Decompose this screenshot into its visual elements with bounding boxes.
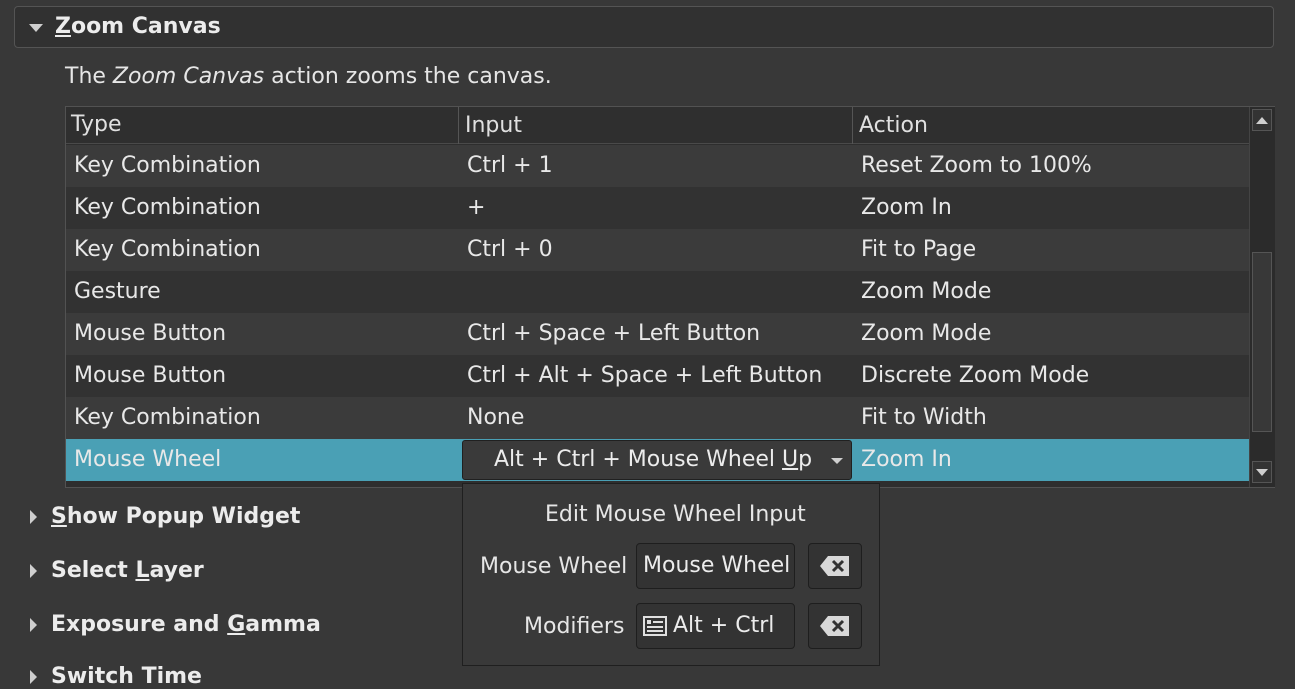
scroll-up-arrow-icon[interactable] bbox=[1252, 109, 1272, 131]
table-row[interactable]: Mouse Button Ctrl + Space + Left Button … bbox=[66, 313, 1249, 355]
backspace-icon bbox=[820, 556, 849, 576]
table-row[interactable]: Key Combination Ctrl + 1 Reset Zoom to 1… bbox=[66, 145, 1249, 187]
expand-arrow-icon[interactable] bbox=[30, 510, 37, 524]
input-cell: + bbox=[467, 195, 486, 220]
chevron-down-icon[interactable] bbox=[831, 458, 843, 464]
column-header-type[interactable]: Type bbox=[71, 112, 122, 137]
type-cell: Gesture bbox=[74, 279, 161, 304]
backspace-icon bbox=[820, 616, 849, 636]
modifiers-value: Alt + Ctrl bbox=[673, 613, 775, 638]
mouse-wheel-label: Mouse Wheel bbox=[480, 554, 628, 579]
action-cell: Zoom In bbox=[861, 447, 952, 472]
table-row[interactable]: Gesture Zoom Mode bbox=[66, 271, 1249, 313]
type-cell: Key Combination bbox=[74, 237, 261, 262]
type-cell: Mouse Wheel bbox=[74, 447, 222, 472]
input-editor-dropdown[interactable]: Alt + Ctrl + Mouse Wheel Up bbox=[462, 440, 852, 480]
expand-arrow-icon[interactable] bbox=[30, 670, 37, 684]
input-editor-value: Alt + Ctrl + Mouse Wheel Up bbox=[494, 447, 813, 472]
switch-time-section[interactable]: Switch Time bbox=[30, 664, 202, 689]
modifiers-label: Modifiers bbox=[524, 614, 625, 639]
table-row[interactable]: Key Combination Ctrl + 0 Fit to Page bbox=[66, 229, 1249, 271]
table-row[interactable]: Mouse Button Ctrl + Alt + Space + Left B… bbox=[66, 355, 1249, 397]
input-cell: Ctrl + 0 bbox=[467, 237, 553, 262]
action-cell: Zoom In bbox=[861, 195, 952, 220]
table-scrollbar[interactable] bbox=[1249, 107, 1275, 487]
select-layer-section[interactable]: Select Layer bbox=[30, 558, 204, 583]
section-title: Zoom Canvas bbox=[55, 14, 221, 39]
column-header-input[interactable]: Input bbox=[458, 107, 522, 144]
exposure-and-gamma-section[interactable]: Exposure and Gamma bbox=[30, 612, 321, 637]
action-cell: Discrete Zoom Mode bbox=[861, 363, 1090, 388]
keyboard-modifier-icon bbox=[643, 616, 667, 636]
expand-arrow-icon[interactable] bbox=[30, 564, 37, 578]
expand-arrow-icon[interactable] bbox=[29, 24, 43, 32]
clear-modifiers-button[interactable] bbox=[808, 603, 862, 649]
type-cell: Key Combination bbox=[74, 153, 261, 178]
scroll-down-arrow-icon[interactable] bbox=[1252, 461, 1272, 483]
clear-mouse-wheel-button[interactable] bbox=[808, 543, 862, 589]
type-cell: Key Combination bbox=[74, 195, 261, 220]
edit-mouse-wheel-popup: Edit Mouse Wheel Input Mouse Wheel Mouse… bbox=[462, 483, 880, 666]
modifiers-select-button[interactable]: Alt + Ctrl bbox=[636, 603, 795, 649]
column-header-action[interactable]: Action bbox=[852, 107, 928, 144]
input-cell: None bbox=[467, 405, 525, 430]
show-popup-widget-section[interactable]: Show Popup Widget bbox=[30, 504, 300, 529]
table-row[interactable]: Key Combination None Fit to Width bbox=[66, 397, 1249, 439]
input-cell: Ctrl + Alt + Space + Left Button bbox=[467, 363, 823, 388]
action-cell: Zoom Mode bbox=[861, 321, 992, 346]
action-cell: Zoom Mode bbox=[861, 279, 992, 304]
input-cell: Ctrl + 1 bbox=[467, 153, 553, 178]
section-description: The Zoom Canvas action zooms the canvas. bbox=[65, 64, 552, 89]
type-cell: Key Combination bbox=[74, 405, 261, 430]
action-cell: Fit to Width bbox=[861, 405, 987, 430]
input-cell: Ctrl + Space + Left Button bbox=[467, 321, 761, 346]
table-row[interactable]: Key Combination + Zoom In bbox=[66, 187, 1249, 229]
action-cell: Fit to Page bbox=[861, 237, 977, 262]
mouse-wheel-select-button[interactable]: Mouse Wheel Up bbox=[636, 543, 795, 589]
mouse-wheel-value: Mouse Wheel Up bbox=[643, 553, 794, 578]
shortcut-table[interactable]: Type Input Action Key Combination Ctrl +… bbox=[65, 106, 1275, 488]
type-cell: Mouse Button bbox=[74, 321, 227, 346]
type-cell: Mouse Button bbox=[74, 363, 227, 388]
popup-title: Edit Mouse Wheel Input bbox=[545, 502, 806, 527]
action-cell: Reset Zoom to 100% bbox=[861, 153, 1092, 178]
table-header: Type Input Action bbox=[66, 107, 1249, 144]
zoom-canvas-section-header[interactable]: Zoom Canvas bbox=[14, 6, 1274, 48]
scrollbar-handle[interactable] bbox=[1252, 252, 1272, 432]
expand-arrow-icon[interactable] bbox=[30, 618, 37, 632]
